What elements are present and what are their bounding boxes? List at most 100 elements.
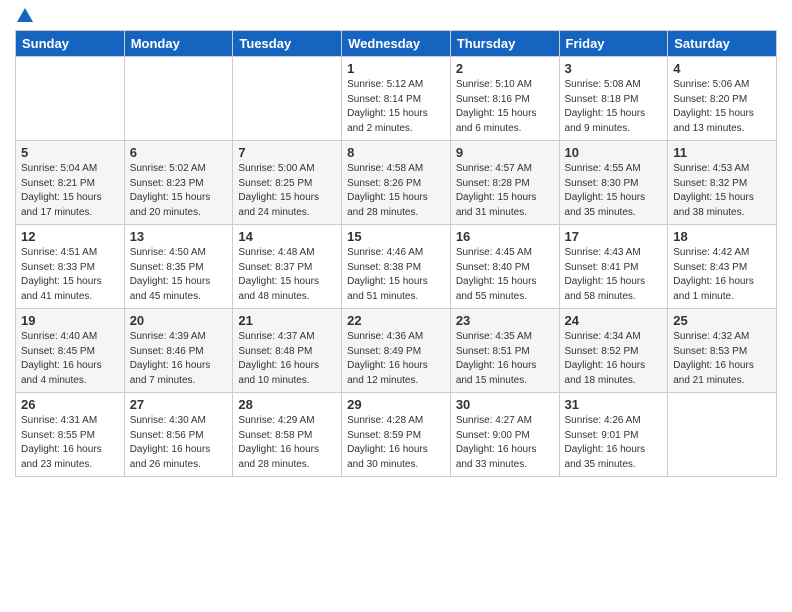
day-info: Sunrise: 4:36 AMSunset: 8:49 PMDaylight:… bbox=[347, 330, 445, 388]
table-row: 26Sunrise: 4:31 AMSunset: 8:55 PMDayligh… bbox=[16, 393, 125, 477]
table-row bbox=[124, 57, 233, 141]
table-row: 9 Sunrise: 4:57 AMSunset: 8:28 PMDaylight… bbox=[450, 141, 559, 225]
day-number: 8 bbox=[347, 145, 445, 160]
day-number: 2 bbox=[456, 61, 554, 76]
day-number: 1 bbox=[347, 61, 445, 76]
table-row: 18Sunrise: 4:42 AMSunset: 8:43 PMDayligh… bbox=[668, 225, 777, 309]
table-row: 7Sunrise: 5:00 AMSunset: 8:25 PMDaylight… bbox=[233, 141, 342, 225]
day-number: 30 bbox=[456, 397, 554, 412]
day-info: Sunrise: 4:51 AMSunset: 8:33 PMDaylight:… bbox=[21, 246, 119, 304]
col-monday: Monday bbox=[124, 31, 233, 57]
table-row: 25Sunrise: 4:32 AMSunset: 8:53 PMDayligh… bbox=[668, 309, 777, 393]
day-info: Sunrise: 4:35 AMSunset: 8:51 PMDaylight:… bbox=[456, 330, 554, 388]
day-info: Sunrise: 4:40 AMSunset: 8:45 PMDaylight:… bbox=[21, 330, 119, 388]
day-number: 11 bbox=[673, 145, 771, 160]
day-info: Sunrise: 4:26 AMSunset: 9:01 PMDaylight:… bbox=[565, 414, 663, 472]
table-row: 5 Sunrise: 5:04 AMSunset: 8:21 PMDaylight… bbox=[16, 141, 125, 225]
week-row-1: 1 Sunrise: 5:12 AMSunset: 8:14 PMDaylight… bbox=[16, 57, 777, 141]
day-info: Sunrise: 5:02 AMSunset: 8:23 PMDaylight:… bbox=[130, 162, 228, 220]
day-number: 27 bbox=[130, 397, 228, 412]
table-row: 13 Sunrise: 4:50 AMSunset: 8:35 PMDayligh… bbox=[124, 225, 233, 309]
day-number: 26 bbox=[21, 397, 119, 412]
day-number: 4 bbox=[673, 61, 771, 76]
day-info: Sunrise: 4:53 AMSunset: 8:32 PMDaylight:… bbox=[673, 162, 771, 220]
day-info: Sunrise: 4:34 AMSunset: 8:52 PMDaylight:… bbox=[565, 330, 663, 388]
col-thursday: Thursday bbox=[450, 31, 559, 57]
page: Sunday Monday Tuesday Wednesday Thursday… bbox=[0, 0, 792, 612]
day-number: 31 bbox=[565, 397, 663, 412]
table-row: 17Sunrise: 4:43 AMSunset: 8:41 PMDayligh… bbox=[559, 225, 668, 309]
day-info: Sunrise: 4:39 AMSunset: 8:46 PMDaylight:… bbox=[130, 330, 228, 388]
day-number: 15 bbox=[347, 229, 445, 244]
table-row: 1 Sunrise: 5:12 AMSunset: 8:14 PMDaylight… bbox=[342, 57, 451, 141]
day-number: 10 bbox=[565, 145, 663, 160]
day-info: Sunrise: 4:27 AMSunset: 9:00 PMDaylight:… bbox=[456, 414, 554, 472]
table-row: 14 Sunrise: 4:48 AMSunset: 8:37 PMDayligh… bbox=[233, 225, 342, 309]
table-row: 22 Sunrise: 4:36 AMSunset: 8:49 PMDayligh… bbox=[342, 309, 451, 393]
col-friday: Friday bbox=[559, 31, 668, 57]
logo-triangle-icon bbox=[17, 8, 33, 22]
day-info: Sunrise: 4:45 AMSunset: 8:40 PMDaylight:… bbox=[456, 246, 554, 304]
day-number: 23 bbox=[456, 313, 554, 328]
day-number: 6 bbox=[130, 145, 228, 160]
table-row: 23 Sunrise: 4:35 AMSunset: 8:51 PMDayligh… bbox=[450, 309, 559, 393]
table-row bbox=[16, 57, 125, 141]
day-info: Sunrise: 5:04 AMSunset: 8:21 PMDaylight:… bbox=[21, 162, 119, 220]
table-row: 19 Sunrise: 4:40 AMSunset: 8:45 PMDayligh… bbox=[16, 309, 125, 393]
day-number: 17 bbox=[565, 229, 663, 244]
day-number: 29 bbox=[347, 397, 445, 412]
day-number: 25 bbox=[673, 313, 771, 328]
table-row: 24 Sunrise: 4:34 AMSunset: 8:52 PMDayligh… bbox=[559, 309, 668, 393]
day-info: Sunrise: 5:12 AMSunset: 8:14 PMDaylight:… bbox=[347, 78, 445, 136]
day-number: 9 bbox=[456, 145, 554, 160]
table-row: 20 Sunrise: 4:39 AMSunset: 8:46 PMDayligh… bbox=[124, 309, 233, 393]
table-row: 12 Sunrise: 4:51 AMSunset: 8:33 PMDayligh… bbox=[16, 225, 125, 309]
day-number: 13 bbox=[130, 229, 228, 244]
day-info: Sunrise: 4:57 AMSunset: 8:28 PMDaylight:… bbox=[456, 162, 554, 220]
day-info: Sunrise: 4:28 AMSunset: 8:59 PMDaylight:… bbox=[347, 414, 445, 472]
week-row-5: 26Sunrise: 4:31 AMSunset: 8:55 PMDayligh… bbox=[16, 393, 777, 477]
day-number: 24 bbox=[565, 313, 663, 328]
table-row: 28 Sunrise: 4:29 AMSunset: 8:58 PMDayligh… bbox=[233, 393, 342, 477]
day-number: 14 bbox=[238, 229, 336, 244]
table-row: 8Sunrise: 4:58 AMSunset: 8:26 PMDaylight… bbox=[342, 141, 451, 225]
day-info: Sunrise: 5:00 AMSunset: 8:25 PMDaylight:… bbox=[238, 162, 336, 220]
col-sunday: Sunday bbox=[16, 31, 125, 57]
day-number: 3 bbox=[565, 61, 663, 76]
day-number: 12 bbox=[21, 229, 119, 244]
col-saturday: Saturday bbox=[668, 31, 777, 57]
logo bbox=[15, 10, 33, 22]
day-number: 16 bbox=[456, 229, 554, 244]
day-info: Sunrise: 4:55 AMSunset: 8:30 PMDaylight:… bbox=[565, 162, 663, 220]
day-info: Sunrise: 4:50 AMSunset: 8:35 PMDaylight:… bbox=[130, 246, 228, 304]
week-row-2: 5 Sunrise: 5:04 AMSunset: 8:21 PMDaylight… bbox=[16, 141, 777, 225]
week-row-3: 12 Sunrise: 4:51 AMSunset: 8:33 PMDayligh… bbox=[16, 225, 777, 309]
table-row: 16 Sunrise: 4:45 AMSunset: 8:40 PMDayligh… bbox=[450, 225, 559, 309]
table-row: 27Sunrise: 4:30 AMSunset: 8:56 PMDayligh… bbox=[124, 393, 233, 477]
header-row: Sunday Monday Tuesday Wednesday Thursday… bbox=[16, 31, 777, 57]
day-info: Sunrise: 5:06 AMSunset: 8:20 PMDaylight:… bbox=[673, 78, 771, 136]
day-number: 28 bbox=[238, 397, 336, 412]
table-row: 2 Sunrise: 5:10 AMSunset: 8:16 PMDaylight… bbox=[450, 57, 559, 141]
day-number: 22 bbox=[347, 313, 445, 328]
table-row: 10 Sunrise: 4:55 AMSunset: 8:30 PMDayligh… bbox=[559, 141, 668, 225]
table-row: 30 Sunrise: 4:27 AMSunset: 9:00 PMDayligh… bbox=[450, 393, 559, 477]
day-info: Sunrise: 4:29 AMSunset: 8:58 PMDaylight:… bbox=[238, 414, 336, 472]
day-number: 19 bbox=[21, 313, 119, 328]
day-info: Sunrise: 4:48 AMSunset: 8:37 PMDaylight:… bbox=[238, 246, 336, 304]
day-number: 5 bbox=[21, 145, 119, 160]
table-row: 15 Sunrise: 4:46 AMSunset: 8:38 PMDayligh… bbox=[342, 225, 451, 309]
table-row: 6 Sunrise: 5:02 AMSunset: 8:23 PMDaylight… bbox=[124, 141, 233, 225]
day-info: Sunrise: 4:46 AMSunset: 8:38 PMDaylight:… bbox=[347, 246, 445, 304]
col-wednesday: Wednesday bbox=[342, 31, 451, 57]
day-number: 18 bbox=[673, 229, 771, 244]
col-tuesday: Tuesday bbox=[233, 31, 342, 57]
day-number: 21 bbox=[238, 313, 336, 328]
table-row: 21Sunrise: 4:37 AMSunset: 8:48 PMDayligh… bbox=[233, 309, 342, 393]
table-row: 11 Sunrise: 4:53 AMSunset: 8:32 PMDayligh… bbox=[668, 141, 777, 225]
table-row: 31 Sunrise: 4:26 AMSunset: 9:01 PMDayligh… bbox=[559, 393, 668, 477]
table-row: 29 Sunrise: 4:28 AMSunset: 8:59 PMDayligh… bbox=[342, 393, 451, 477]
calendar: Sunday Monday Tuesday Wednesday Thursday… bbox=[15, 30, 777, 477]
day-number: 20 bbox=[130, 313, 228, 328]
day-info: Sunrise: 5:10 AMSunset: 8:16 PMDaylight:… bbox=[456, 78, 554, 136]
